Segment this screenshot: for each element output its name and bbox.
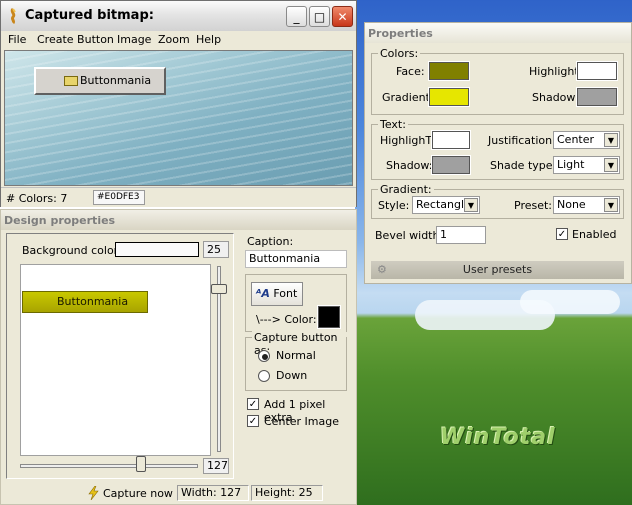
menu-help[interactable]: Help [196, 33, 221, 46]
gradient-label: Gradient: [382, 91, 434, 104]
font-group: ᴬA Font \---> Color: [245, 274, 347, 332]
justification-label: Justification: [488, 134, 556, 147]
properties-panel: Properties Colors: Face: Gradient: Highl… [364, 22, 632, 284]
caption-color-label: \---> Color: [256, 313, 317, 326]
designed-button-preview[interactable]: Buttonmania [22, 291, 148, 313]
caption-color-swatch[interactable] [317, 305, 341, 329]
highlight-color-swatch[interactable] [576, 61, 618, 81]
panel-header: Design properties [1, 210, 356, 230]
hex-color-readout: #E0DFE3 [93, 190, 145, 205]
enabled-checkbox[interactable]: ✓ [556, 228, 568, 240]
capture-mode-group: Capture button as: Normal Down [245, 331, 347, 391]
lightning-icon [87, 485, 100, 501]
chevron-down-icon: ▼ [604, 133, 618, 147]
user-presets-bar[interactable]: ⚙ User presets [371, 261, 624, 279]
text-shadow-label: Shadow: [386, 159, 433, 172]
face-color-swatch[interactable] [428, 61, 470, 81]
user-presets-label: User presets [462, 263, 533, 276]
height-status: Height: 25 [251, 485, 323, 501]
captured-button-preview[interactable]: Buttonmania [34, 67, 166, 95]
vertical-value-field[interactable]: 25 [203, 241, 229, 258]
font-button[interactable]: ᴬA Font [251, 282, 303, 306]
colors-count: # Colors: 7 [6, 192, 68, 205]
gradient-group: Gradient: Style: Rectangle ▼ Preset: Non… [371, 183, 624, 219]
design-status-bar: Capture now Width: 127 Height: 25 [1, 483, 356, 505]
window-title: Captured bitmap: [25, 8, 154, 23]
shade-type-dropdown[interactable]: Light ▼ [553, 156, 620, 174]
preset-dropdown[interactable]: None ▼ [553, 196, 620, 214]
close-button[interactable]: ✕ [332, 6, 353, 27]
justification-dropdown[interactable]: Center ▼ [553, 131, 620, 149]
gradient-color-swatch[interactable] [428, 87, 470, 107]
style-dropdown[interactable]: Rectangle ▼ [412, 196, 480, 214]
shade-type-value: Light [557, 158, 585, 171]
group-label: Colors: [378, 47, 421, 60]
justification-value: Center [557, 133, 595, 146]
shadow-color-swatch[interactable] [576, 87, 618, 107]
center-image-label: Center Image [264, 415, 339, 428]
text-highlight-label: HighlighT: [380, 134, 435, 147]
style-value: Rectangle [416, 198, 471, 211]
text-shadow-swatch[interactable] [431, 155, 471, 175]
envelope-icon [64, 76, 78, 86]
captured-bitmap-window: Captured bitmap: _ □ ✕ File Create Butto… [0, 0, 357, 207]
menu-zoom[interactable]: Zoom [158, 33, 190, 46]
panel-title: Design properties [4, 214, 116, 227]
caption-input[interactable]: Buttonmania [245, 250, 347, 268]
highlight-label: Highlight: [529, 65, 583, 78]
width-status: Width: 127 [177, 485, 249, 501]
vertical-slider-thumb[interactable] [211, 284, 227, 294]
font-button-label: Font [273, 287, 298, 300]
panel-header: Properties [365, 23, 631, 43]
design-area: Background color: 25 Buttonmania 127 [6, 233, 234, 479]
title-bar[interactable]: Captured bitmap: _ □ ✕ [1, 1, 356, 31]
capture-now-button[interactable]: Capture now [103, 487, 173, 500]
desktop-watermark: WinTotal [440, 425, 556, 450]
radio-normal[interactable] [258, 350, 270, 362]
colors-group: Colors: Face: Gradient: Highlight: Shado… [371, 47, 624, 115]
app-icon [6, 7, 20, 25]
chevron-down-icon: ▼ [604, 198, 618, 212]
add-pixel-checkbox[interactable]: ✓ [247, 398, 259, 410]
group-label: Gradient: [378, 183, 434, 196]
menu-create-button[interactable]: Create Button [37, 33, 114, 46]
menu-image[interactable]: Image [117, 33, 151, 46]
shade-type-label: Shade type: [490, 159, 557, 172]
bevel-width-label: Bevel width: [375, 229, 444, 242]
background-color-label: Background color: [22, 244, 122, 257]
center-image-checkbox[interactable]: ✓ [247, 415, 259, 427]
background-color-field[interactable] [115, 242, 199, 257]
panel-title: Properties [368, 27, 433, 40]
menu-bar: File Create Button Image Zoom Help [1, 31, 356, 49]
enabled-label: Enabled [572, 228, 617, 241]
bevel-width-input[interactable]: 1 [436, 226, 486, 244]
horizontal-slider-track[interactable] [20, 464, 198, 468]
shadow-label: Shadow: [532, 91, 579, 104]
radio-normal-label: Normal [276, 349, 316, 362]
preset-label: Preset: [514, 199, 553, 212]
preview-button-label: Buttonmania [80, 74, 152, 87]
group-label: Text: [378, 118, 408, 131]
preset-value: None [557, 198, 586, 211]
style-label: Style: [378, 199, 410, 212]
text-highlight-swatch[interactable] [431, 130, 471, 150]
menu-file[interactable]: File [8, 33, 26, 46]
text-group: Text: HighlighT: Shadow: Justification: … [371, 118, 624, 180]
font-icon: ᴬA [256, 287, 270, 300]
horizontal-slider-thumb[interactable] [136, 456, 146, 472]
status-bar: # Colors: 7 #E0DFE3 [1, 187, 356, 207]
minimize-button[interactable]: _ [286, 6, 307, 27]
radio-down[interactable] [258, 370, 270, 382]
gear-icon: ⚙ [377, 263, 387, 276]
cloud [520, 290, 620, 314]
horizontal-value-field[interactable]: 127 [203, 458, 229, 474]
radio-down-label: Down [276, 369, 308, 382]
maximize-button[interactable]: □ [309, 6, 330, 27]
chevron-down-icon: ▼ [604, 158, 618, 172]
design-properties-panel: Design properties Background color: 25 B… [0, 209, 357, 505]
face-label: Face: [396, 65, 425, 78]
caption-label: Caption: [247, 235, 294, 248]
chevron-down-icon: ▼ [464, 198, 478, 212]
